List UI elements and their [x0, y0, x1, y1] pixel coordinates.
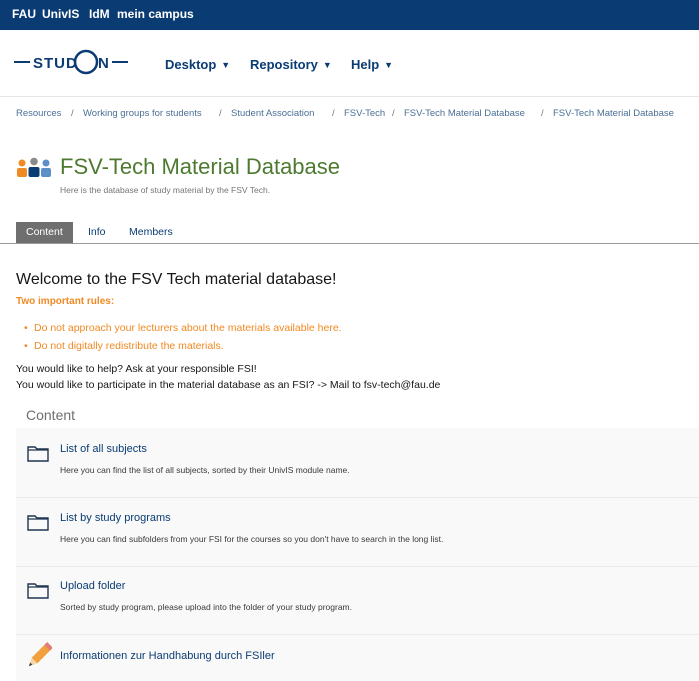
breadcrumb-item-student-association[interactable]: Student Association: [231, 108, 314, 119]
topbar-link-fau[interactable]: FAU: [12, 7, 36, 21]
list-item-title[interactable]: List of all subjects: [60, 443, 147, 455]
breadcrumb-item-material-db[interactable]: FSV-Tech Material Database: [404, 108, 525, 119]
breadcrumb-separator: /: [332, 108, 335, 119]
list-item[interactable]: Upload folder Sorted by study program, p…: [16, 568, 699, 635]
logo-text-right: N: [98, 55, 109, 72]
breadcrumb-item-fsv-tech[interactable]: FSV-Tech: [344, 108, 385, 119]
logo-text-left: STUD: [33, 55, 78, 72]
breadcrumb-item-resources[interactable]: Resources: [16, 108, 61, 119]
rule-item: Do not approach your lecturers about the…: [24, 322, 342, 334]
menu-desktop[interactable]: Desktop ▼: [165, 57, 230, 72]
group-icon: [17, 157, 51, 177]
menu-repository[interactable]: Repository ▼: [250, 57, 332, 72]
folder-icon: [27, 446, 49, 462]
welcome-heading: Welcome to the FSV Tech material databas…: [16, 271, 337, 288]
list-item[interactable]: Informationen zur Handhabung durch FSIle…: [16, 636, 699, 681]
menu-repository-label: Repository: [250, 57, 318, 72]
menu-help[interactable]: Help ▼: [351, 57, 393, 72]
menu-help-label: Help: [351, 57, 380, 72]
content-heading: Content: [26, 407, 76, 423]
participate-text: You would like to participate in the mat…: [16, 379, 441, 391]
tab-bar: Content Info Members: [0, 222, 699, 244]
list-item-description: Here you can find subfolders from your F…: [60, 534, 444, 544]
menu-desktop-label: Desktop: [165, 57, 217, 72]
rules-heading: Two important rules:: [16, 296, 115, 307]
breadcrumb-separator: /: [219, 108, 222, 119]
folder-icon: [27, 515, 49, 531]
topbar-link-mein-campus[interactable]: mein campus: [117, 7, 194, 21]
rule-item: Do not digitally redistribute the materi…: [24, 340, 224, 352]
top-bar: FAU UnivIS IdM mein campus: [0, 0, 699, 30]
list-item-description: Sorted by study program, please upload i…: [60, 602, 352, 612]
list-item[interactable]: List of all subjects Here you can find t…: [16, 431, 699, 498]
page-description: Here is the database of study material b…: [60, 185, 271, 195]
breadcrumb-item-working-groups[interactable]: Working groups for students: [83, 108, 202, 119]
breadcrumb-separator: /: [392, 108, 395, 119]
chevron-down-icon: ▼: [221, 60, 231, 70]
tab-info[interactable]: Info: [88, 222, 106, 243]
breadcrumb-separator: /: [541, 108, 544, 119]
breadcrumb-item-current: FSV-Tech Material Database: [553, 108, 674, 119]
chevron-down-icon: ▼: [384, 60, 394, 70]
page-title: FSV-Tech Material Database: [60, 154, 341, 179]
tab-members[interactable]: Members: [129, 222, 173, 243]
help-text: You would like to help? Ask at your resp…: [16, 363, 257, 375]
breadcrumb-separator: /: [71, 108, 74, 119]
list-item[interactable]: List by study programs Here you can find…: [16, 500, 699, 567]
breadcrumb: Resources / Working groups for students …: [0, 96, 699, 131]
list-item-title[interactable]: List by study programs: [60, 512, 171, 524]
list-item-title[interactable]: Upload folder: [60, 580, 125, 592]
studon-logo[interactable]: STUD N: [14, 48, 140, 76]
topbar-link-univis[interactable]: UnivIS: [42, 7, 79, 21]
tab-content[interactable]: Content: [16, 222, 73, 243]
topbar-link-idm[interactable]: IdM: [89, 7, 110, 21]
main-menu: STUD N Desktop ▼ Repository ▼ Help ▼: [0, 30, 699, 96]
list-item-description: Here you can find the list of all subjec…: [60, 465, 350, 475]
pencil-icon: [28, 642, 52, 667]
folder-icon: [27, 583, 49, 599]
list-item-title[interactable]: Informationen zur Handhabung durch FSIle…: [60, 650, 275, 662]
chevron-down-icon: ▼: [322, 60, 332, 70]
